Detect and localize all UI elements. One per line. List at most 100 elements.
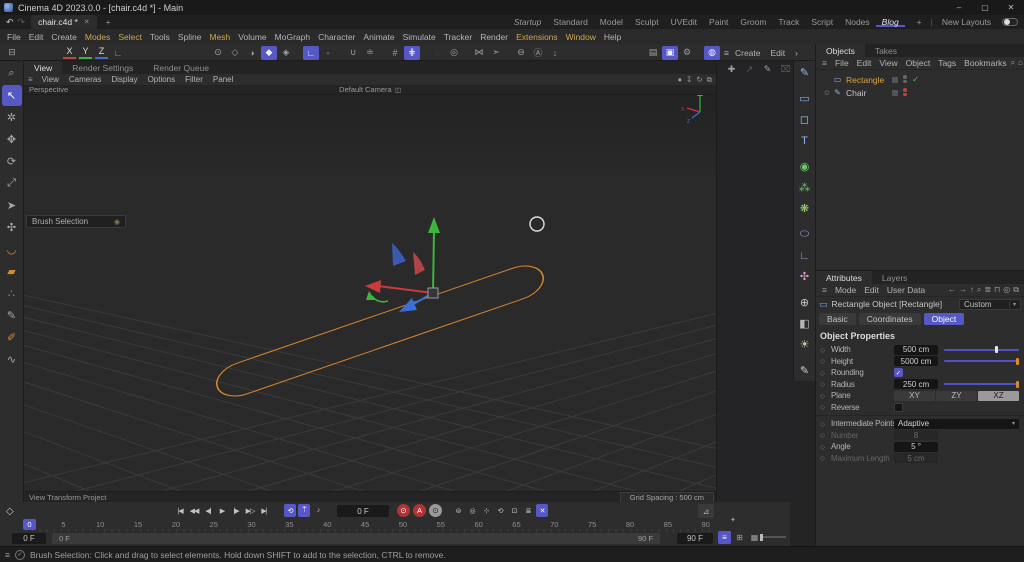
scale-tool-icon[interactable]: ⤢ — [2, 173, 22, 194]
create-menu[interactable]: Create — [731, 48, 765, 58]
menu-item[interactable]: Create — [47, 32, 81, 42]
layer-chip[interactable] — [892, 89, 898, 96]
rotate-plane-handle-blue[interactable] — [392, 243, 406, 266]
brush-tool-icon[interactable]: ✎ — [2, 305, 22, 326]
text-object-icon[interactable]: T — [795, 130, 815, 151]
environment-icon[interactable]: ⊕ — [795, 292, 815, 313]
chevron-icon[interactable]: › — [791, 48, 802, 58]
axis-mode-icon[interactable]: ◌ — [429, 46, 445, 60]
timeline-playhead[interactable]: 0 — [23, 519, 36, 530]
rounding-checkbox[interactable]: ✓ — [894, 368, 903, 378]
vertex-paint-icon[interactable]: ∴ — [2, 283, 22, 304]
viewport-menu-icon[interactable]: ≡ — [24, 75, 37, 84]
attribute-menu-item[interactable]: User Data — [883, 285, 929, 295]
drop-to-floor-icon[interactable]: ↓ — [547, 46, 563, 60]
menu-item[interactable]: Select — [114, 32, 146, 42]
add-icon[interactable]: ✚ — [724, 62, 739, 76]
next-key-button[interactable]: ▶▷ — [244, 504, 256, 517]
cube-primitive-icon[interactable]: ◻ — [795, 109, 815, 130]
model-mode-icon[interactable]: ◇ — [227, 46, 243, 60]
live-selection-tool-icon[interactable]: ↖ — [1, 85, 22, 106]
lock-icon[interactable]: ⊓ — [994, 285, 1000, 295]
subdivision-surface-icon[interactable]: ◉ — [795, 156, 815, 177]
menu-item[interactable]: Help — [600, 32, 625, 42]
height-slider[interactable] — [944, 356, 1019, 366]
z-axis-lock[interactable]: Z — [95, 46, 108, 59]
layout-tab[interactable]: Nodes — [839, 17, 876, 27]
snap-icon[interactable]: ∪ — [345, 46, 361, 60]
panel-tab[interactable]: Attributes — [816, 271, 872, 284]
prev-frame-button[interactable]: ◀| — [202, 504, 214, 517]
angle-input[interactable]: 5 ° — [894, 441, 938, 452]
param-anim-icon[interactable]: ◇ — [820, 420, 831, 428]
viewport-menu-item[interactable]: Options — [143, 75, 181, 84]
object-row-chair[interactable]: ⊙ ✎ Chair — [824, 87, 1024, 98]
enabled-check-icon[interactable]: ✓ — [912, 74, 919, 85]
x-axis-lock[interactable]: X — [63, 46, 76, 59]
edge-mode-icon[interactable]: ◈ — [278, 46, 294, 60]
menu-item[interactable]: Tools — [146, 32, 174, 42]
layout-tab[interactable]: Startup — [508, 17, 547, 27]
z-axis-arrowhead[interactable] — [399, 298, 417, 312]
play-button[interactable]: ▶ — [216, 504, 228, 517]
texture-mode-icon[interactable]: ◑ — [244, 46, 260, 60]
spline-sketch-icon[interactable]: ∿ — [2, 349, 22, 370]
multi-axis-tool-icon[interactable]: ✣ — [2, 217, 22, 238]
toggle-panel-icon[interactable]: ⧉ — [707, 75, 712, 85]
attribute-menu-icon[interactable]: ≡ — [818, 285, 831, 295]
menu-item[interactable]: Tracker — [440, 32, 477, 42]
viewport-menu-item[interactable]: Cameras — [64, 75, 106, 84]
object-name[interactable]: Rectangle — [846, 75, 884, 85]
viewport-tab[interactable]: View — [24, 61, 63, 74]
render-settings-icon[interactable]: ⚙ — [679, 46, 695, 60]
point-level-animation-button[interactable]: ⊹ — [480, 504, 492, 517]
param-anim-icon[interactable]: ◇ — [820, 403, 831, 411]
add-layout-button[interactable]: + — [911, 17, 928, 27]
motion-system-button[interactable]: ≣ — [522, 504, 534, 517]
object-menu-item[interactable]: Edit — [853, 58, 876, 68]
search-tool-icon[interactable]: ⌕ — [2, 63, 22, 84]
y-axis-handle[interactable] — [432, 230, 435, 294]
width-input[interactable]: 500 cm — [894, 344, 938, 355]
layout-tab[interactable]: Standard — [547, 17, 594, 27]
axis-center-icon[interactable]: ◎ — [446, 46, 462, 60]
brush-selection-hud[interactable]: Brush Selection ◉ — [26, 215, 126, 228]
timeline-window-button[interactable]: ⊡ — [508, 504, 520, 517]
height-input[interactable]: 5000 cm — [894, 356, 938, 367]
expand-icon[interactable]: ⊙ — [824, 89, 832, 97]
param-anim-icon[interactable]: ◇ — [820, 392, 831, 400]
fcurve-icon[interactable]: ⊿ — [698, 504, 714, 518]
hud-dropdown-icon[interactable]: ◉ — [114, 218, 120, 226]
radius-slider[interactable] — [944, 379, 1019, 389]
subtract-selection-icon[interactable]: ⊖ — [513, 46, 529, 60]
back-icon[interactable]: ← — [948, 285, 956, 295]
deformer-icon[interactable]: ❋ — [795, 198, 815, 219]
layout-tab[interactable]: UVEdit — [665, 17, 703, 27]
menu-item[interactable]: Simulate — [399, 32, 440, 42]
attribute-menu-item[interactable]: Edit — [860, 285, 883, 295]
section-tab[interactable]: Basic — [819, 313, 856, 325]
height-slider-handle[interactable] — [1016, 357, 1019, 365]
spline-pen-icon[interactable]: ✎ — [795, 62, 815, 83]
delete-icon[interactable]: ⌧ — [778, 62, 793, 76]
menu-item[interactable]: Extensions — [512, 32, 562, 42]
render-view-icon[interactable]: ▤ — [645, 46, 661, 60]
mirror-icon[interactable]: ⋈ — [471, 46, 487, 60]
object-menu-item[interactable]: View — [875, 58, 901, 68]
object-menu-item[interactable]: Object — [902, 58, 935, 68]
menu-item[interactable]: Modes — [81, 32, 115, 42]
measure-icon[interactable]: ∟ — [795, 245, 815, 266]
radius-input[interactable]: 250 cm — [894, 379, 938, 390]
param-anim-icon[interactable]: ◇ — [820, 380, 831, 388]
x-axis-arrowhead[interactable] — [365, 280, 381, 293]
rotate-handle-green[interactable] — [371, 295, 389, 303]
search-icon[interactable]: ⌕ — [1011, 58, 1015, 68]
minimize-button[interactable]: – — [946, 3, 972, 12]
menu-item[interactable]: Spline — [174, 32, 206, 42]
attribute-menu-item[interactable]: Mode — [831, 285, 860, 295]
spline-mask-icon[interactable]: ⬭ — [795, 224, 815, 245]
layout-tab[interactable]: Script — [805, 17, 839, 27]
new-tab-button[interactable]: + — [97, 17, 120, 27]
layout-tab[interactable]: Track — [772, 17, 805, 27]
param-anim-icon[interactable]: ◇ — [820, 369, 831, 377]
